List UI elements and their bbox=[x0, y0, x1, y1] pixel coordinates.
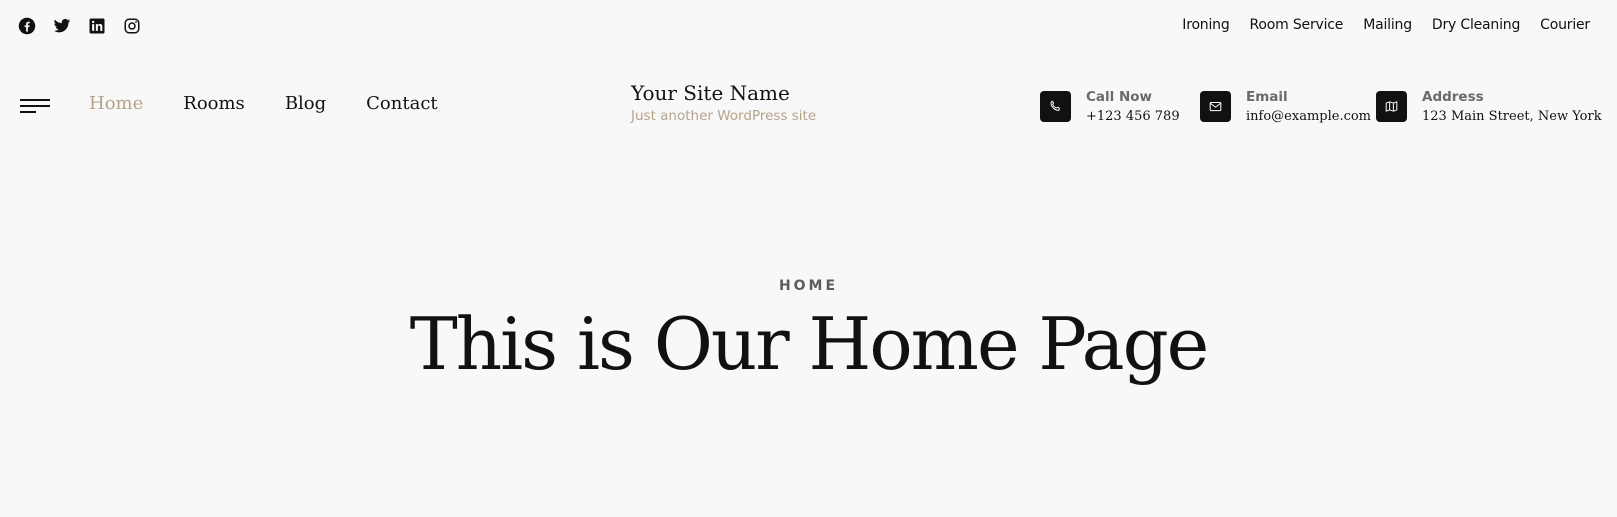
instagram-icon[interactable] bbox=[123, 17, 141, 35]
email-address[interactable]: info@example.com bbox=[1246, 109, 1371, 124]
page-hero: HOME This is Our Home Page bbox=[0, 278, 1617, 386]
contact-address: Address 123 Main Street, New York bbox=[1376, 89, 1602, 124]
hamburger-menu-icon[interactable] bbox=[20, 99, 50, 115]
facebook-icon[interactable] bbox=[18, 17, 36, 35]
site-branding[interactable]: Your Site Name Just another WordPress si… bbox=[631, 81, 816, 124]
phone-icon bbox=[1040, 91, 1071, 122]
envelope-icon bbox=[1200, 91, 1231, 122]
phone-number[interactable]: +123 456 789 bbox=[1086, 109, 1180, 124]
service-link-dry-cleaning[interactable]: Dry Cleaning bbox=[1432, 17, 1520, 33]
twitter-icon[interactable] bbox=[53, 17, 71, 35]
street-address: 123 Main Street, New York bbox=[1422, 109, 1602, 124]
nav-item-rooms[interactable]: Rooms bbox=[183, 93, 245, 114]
service-link-courier[interactable]: Courier bbox=[1540, 17, 1590, 33]
nav-item-home[interactable]: Home bbox=[89, 93, 143, 114]
service-link-ironing[interactable]: Ironing bbox=[1182, 17, 1229, 33]
site-name[interactable]: Your Site Name bbox=[631, 81, 816, 105]
service-link-mailing[interactable]: Mailing bbox=[1363, 17, 1412, 33]
contact-call: Call Now +123 456 789 bbox=[1040, 89, 1180, 124]
contact-label: Call Now bbox=[1086, 89, 1153, 105]
map-icon bbox=[1376, 91, 1407, 122]
contact-label: Email bbox=[1246, 89, 1288, 105]
main-header: Home Rooms Blog Contact Your Site Name J… bbox=[0, 75, 1617, 140]
nav-item-blog[interactable]: Blog bbox=[285, 93, 326, 114]
linkedin-icon[interactable] bbox=[88, 17, 106, 35]
top-bar: Ironing Room Service Mailing Dry Cleanin… bbox=[0, 0, 1617, 55]
contact-label: Address bbox=[1422, 89, 1484, 105]
page-title: This is Our Home Page bbox=[409, 302, 1210, 386]
service-link-room-service[interactable]: Room Service bbox=[1250, 17, 1344, 33]
site-tagline: Just another WordPress site bbox=[631, 108, 817, 124]
social-links bbox=[18, 17, 141, 35]
breadcrumb: HOME bbox=[778, 278, 839, 294]
nav-item-contact[interactable]: Contact bbox=[366, 93, 437, 114]
contact-email: Email info@example.com bbox=[1200, 89, 1371, 124]
primary-nav: Home Rooms Blog Contact bbox=[89, 93, 438, 114]
services-menu: Ironing Room Service Mailing Dry Cleanin… bbox=[1182, 17, 1590, 33]
